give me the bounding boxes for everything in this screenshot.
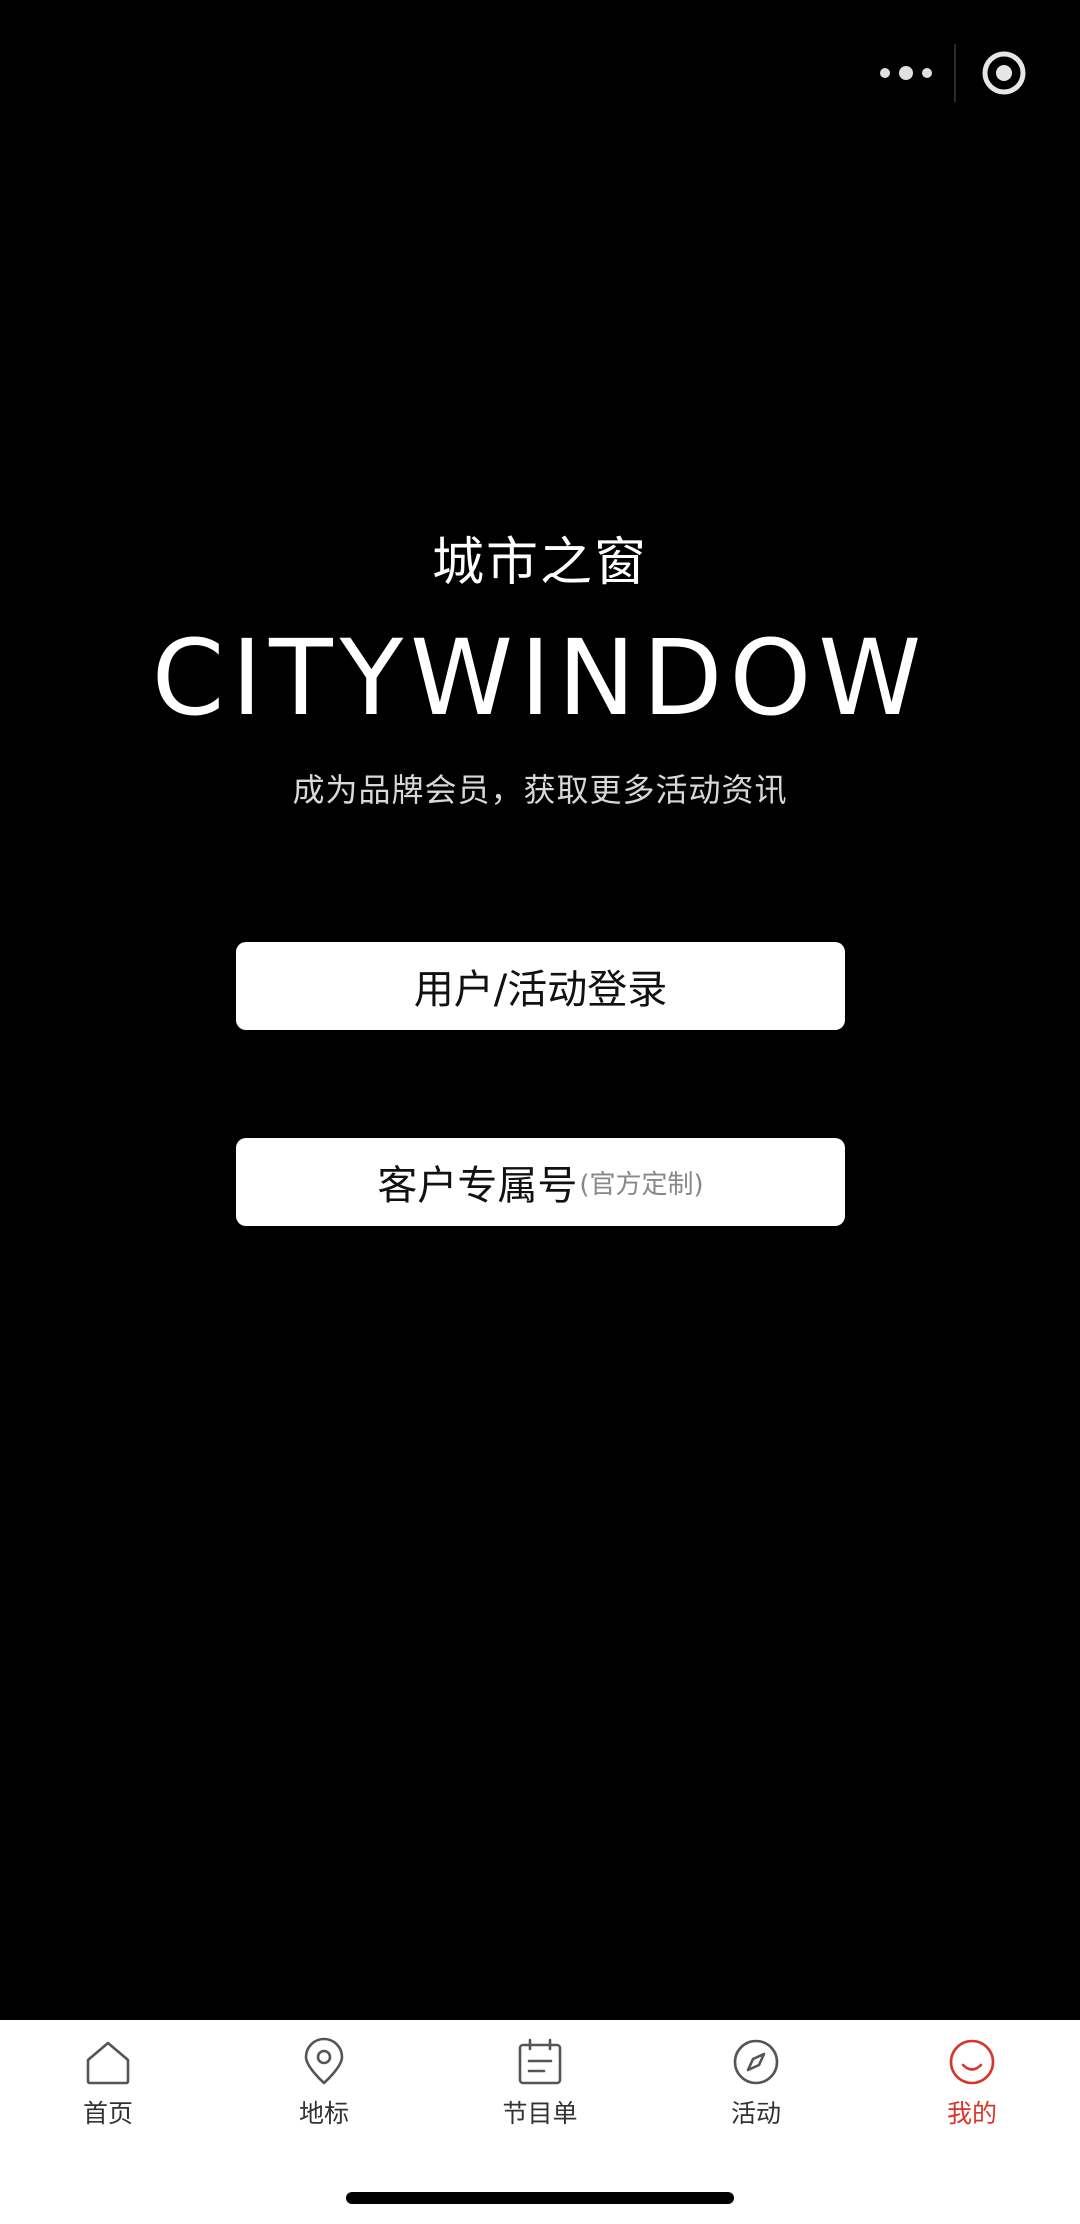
tab-mine[interactable]: 我的 — [864, 2036, 1080, 2146]
brand-title-en: CITYWINDOW — [151, 617, 929, 739]
compass-icon — [733, 2039, 779, 2085]
membership-tagline: 成为品牌会员，获取更多活动资讯 — [292, 771, 788, 809]
tab-home-label: 首页 — [82, 2099, 133, 2128]
more-button[interactable] — [858, 28, 954, 118]
tab-landmark[interactable]: 地标 — [216, 2036, 432, 2146]
close-button[interactable] — [956, 28, 1052, 118]
tab-home[interactable]: 首页 — [0, 2036, 216, 2146]
calendar-list-icon — [518, 2038, 562, 2085]
location-pin-icon — [304, 2037, 344, 2085]
tab-landmark-label: 地标 — [298, 2099, 349, 2128]
miniprogram-capsule — [858, 28, 1052, 118]
smile-profile-icon — [949, 2039, 995, 2085]
customer-button-sublabel: (官方定制) — [579, 1169, 704, 1200]
screen: 城市之窗 CITYWINDOW 成为品牌会员，获取更多活动资讯 用户/活动登录 … — [0, 0, 1080, 2224]
home-icon — [86, 2041, 130, 2085]
brand-title-cn: 城市之窗 — [431, 533, 648, 593]
tab-program[interactable]: 节目单 — [432, 2036, 648, 2146]
tab-activity-label: 活动 — [730, 2099, 781, 2128]
more-dot-center — [899, 66, 913, 80]
customer-exclusive-button[interactable]: 客户专属号 (官方定制) — [236, 1138, 845, 1226]
more-dots-icon — [880, 68, 890, 78]
home-indicator[interactable] — [346, 2192, 734, 2204]
tab-program-label: 节目单 — [502, 2099, 578, 2128]
tab-activity[interactable]: 活动 — [648, 2036, 864, 2146]
tab-mine-label: 我的 — [946, 2099, 997, 2128]
more-dot-right — [922, 68, 932, 78]
user-activity-login-button[interactable]: 用户/活动登录 — [236, 942, 845, 1030]
customer-button-label: 客户专属号 — [377, 1163, 578, 1209]
login-button-label: 用户/活动登录 — [413, 967, 668, 1013]
target-close-icon — [982, 51, 1026, 95]
